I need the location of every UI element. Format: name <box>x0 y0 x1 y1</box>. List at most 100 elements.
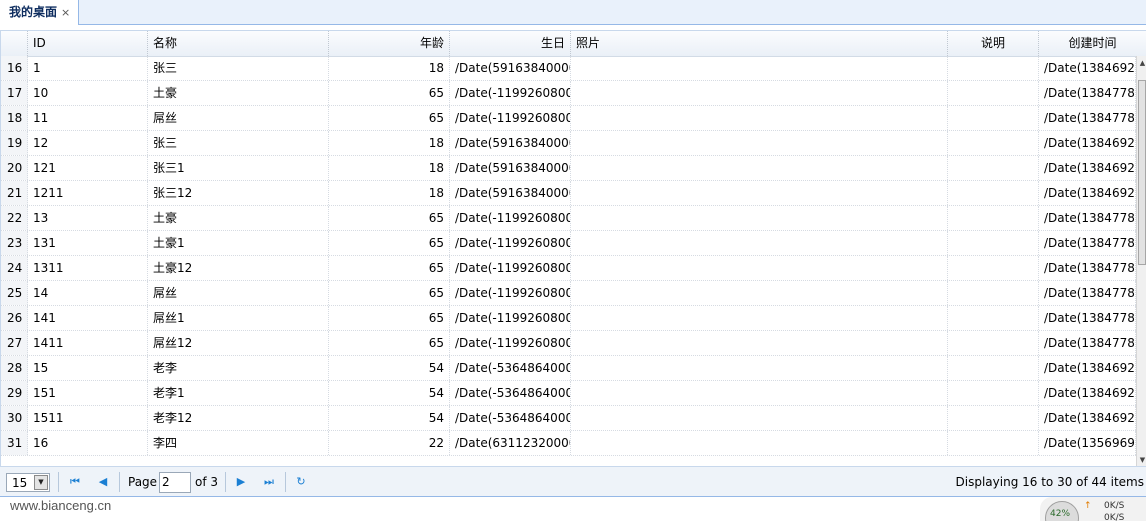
table-row[interactable]: 25 14 屌丝 65/Date(-11992608000/Date(13847782 <box>1 281 1136 306</box>
page-count-label: of 3 <box>195 475 219 489</box>
table-row[interactable]: 18 11 屌丝 65/Date(-11992608000/Date(13847783 <box>1 106 1136 131</box>
cell-description <box>948 306 1039 330</box>
cell-photo <box>571 331 948 355</box>
pagination-info: Displaying 16 to 30 of 44 items <box>955 475 1144 489</box>
cell-photo <box>571 156 948 180</box>
cell-description <box>948 231 1039 255</box>
cell-id: 1 <box>28 56 148 80</box>
cell-age: 65 <box>329 106 450 130</box>
column-header-description[interactable]: 说明 <box>948 31 1039 56</box>
table-row[interactable]: 27 1411 屌丝12 65/Date(-11992608000/Date(1384… <box>1 331 1136 356</box>
table-row[interactable]: 161张三18/Date(591638400000/Date(13846926 <box>1 56 1136 81</box>
cell-age: 18 <box>329 56 450 80</box>
page-size-select[interactable]: 15 ▼ <box>6 473 50 492</box>
cell-photo <box>571 381 948 405</box>
cell-photo <box>571 56 948 80</box>
cell-age: 54 <box>329 406 450 430</box>
column-header-birthday[interactable]: 生日 <box>450 31 571 56</box>
last-page-icon[interactable]: ⏭ <box>261 474 277 490</box>
table-row[interactable]: 30 1511 老李12 54/Date(-53648640000/Date(1384… <box>1 406 1136 431</box>
cell-id: 1311 <box>28 256 148 280</box>
cell-age: 65 <box>329 331 450 355</box>
cell-description <box>948 431 1039 455</box>
cell-name: 屌丝 <box>148 281 329 305</box>
cell-photo <box>571 206 948 230</box>
tab-my-desktop[interactable]: 我的桌面 × <box>0 0 80 25</box>
first-page-icon[interactable]: ⏮ <box>67 474 83 490</box>
table-row[interactable]: 26 141 屌丝1 65/Date(-11992608000/Date(138477… <box>1 306 1136 331</box>
cell-description <box>948 56 1039 80</box>
cell-birthday: /Date(-11992608000 <box>450 206 571 230</box>
vertical-scrollbar[interactable]: ▲ ▼ <box>1136 56 1146 466</box>
cell-id: 1511 <box>28 406 148 430</box>
cell-created-time: /Date(13569696 <box>1039 431 1136 455</box>
cell-age: 65 <box>329 81 450 105</box>
cell-age: 65 <box>329 281 450 305</box>
cell-photo <box>571 406 948 430</box>
prev-page-icon[interactable]: ◀ <box>95 474 111 490</box>
cell-created-time: /Date(13847782 <box>1039 331 1136 355</box>
column-header-photo[interactable]: 照片 <box>571 31 948 56</box>
chevron-down-icon[interactable]: ▼ <box>34 475 48 490</box>
scroll-up-arrow-icon[interactable]: ▲ <box>1138 58 1146 68</box>
cell-birthday: /Date(-53648640000 <box>450 356 571 380</box>
scrollbar-thumb[interactable] <box>1138 80 1146 265</box>
cell-name: 屌丝12 <box>148 331 329 355</box>
cell-photo <box>571 281 948 305</box>
pagination-bar: 15 ▼ ⏮ ◀ Page 2 of 3 ▶ ⏭ ↻ Displaying 16… <box>0 466 1146 497</box>
table-row[interactable]: 3116李四22/Date(631123200000/Date(13569696 <box>1 431 1136 456</box>
column-header-id[interactable]: ID <box>28 31 148 56</box>
cell-birthday: /Date(591638400000 <box>450 131 571 155</box>
table-row[interactable]: 28 15 老李 54/Date(-53648640000/Date(13846926 <box>1 356 1136 381</box>
cell-name: 张三 <box>148 131 329 155</box>
rownumber-header <box>1 31 28 56</box>
table-row[interactable]: 22 13 土豪 65/Date(-11992608000/Date(13847782 <box>1 206 1136 231</box>
table-row[interactable]: 24 1311 土豪12 65/Date(-11992608000/Date(1384… <box>1 256 1136 281</box>
cell-id: 1211 <box>28 181 148 205</box>
column-header-name[interactable]: 名称 <box>148 31 329 56</box>
table-row[interactable]: 17 10 土豪 65/Date(-11992608000/Date(13847783 <box>1 81 1136 106</box>
row-number: 22 <box>1 206 28 230</box>
cell-id: 14 <box>28 281 148 305</box>
table-row[interactable]: 29 151 老李1 54/Date(-53648640000/Date(138469… <box>1 381 1136 406</box>
cell-birthday: /Date(591638400000 <box>450 181 571 205</box>
cell-age: 18 <box>329 156 450 180</box>
tab-bar: 我的桌面 × <box>0 0 1146 25</box>
upload-speed: 0K/S <box>1104 501 1125 511</box>
cell-id: 16 <box>28 431 148 455</box>
separator <box>285 472 286 492</box>
cell-created-time: /Date(13847782 <box>1039 206 1136 230</box>
page-number-input[interactable]: 2 <box>159 472 191 493</box>
cell-description <box>948 206 1039 230</box>
separator <box>119 472 120 492</box>
next-page-icon[interactable]: ▶ <box>233 474 249 490</box>
cell-description <box>948 106 1039 130</box>
cell-birthday: /Date(591638400000 <box>450 56 571 80</box>
cell-birthday: /Date(-11992608000 <box>450 256 571 280</box>
cell-name: 屌丝1 <box>148 306 329 330</box>
cell-name: 老李 <box>148 356 329 380</box>
cell-photo <box>571 131 948 155</box>
cell-name: 老李12 <box>148 406 329 430</box>
cell-description <box>948 156 1039 180</box>
table-row[interactable]: 211211张三1218/Date(591638400000/Date(1384… <box>1 181 1136 206</box>
cell-created-time: /Date(13846926 <box>1039 406 1136 430</box>
cell-created-time: /Date(13847782 <box>1039 281 1136 305</box>
cell-created-time: /Date(13846926 <box>1039 56 1136 80</box>
cell-age: 18 <box>329 131 450 155</box>
table-row[interactable]: 1912张三18/Date(591638400000/Date(13846926 <box>1 131 1136 156</box>
column-header-created-time[interactable]: 创建时间 <box>1039 31 1146 56</box>
scroll-down-arrow-icon[interactable]: ▼ <box>1138 455 1146 465</box>
page-label: Page <box>128 475 158 489</box>
cell-id: 10 <box>28 81 148 105</box>
cell-age: 18 <box>329 181 450 205</box>
table-row[interactable]: 20121张三118/Date(591638400000/Date(138469… <box>1 156 1136 181</box>
column-header-age[interactable]: 年龄 <box>329 31 450 56</box>
refresh-icon[interactable]: ↻ <box>293 474 309 490</box>
table-row[interactable]: 23 131 土豪1 65/Date(-11992608000/Date(138477… <box>1 231 1136 256</box>
tab-close-icon[interactable]: × <box>61 6 70 19</box>
cell-photo <box>571 306 948 330</box>
cell-birthday: /Date(-11992608000 <box>450 306 571 330</box>
cell-age: 54 <box>329 381 450 405</box>
cell-description <box>948 181 1039 205</box>
